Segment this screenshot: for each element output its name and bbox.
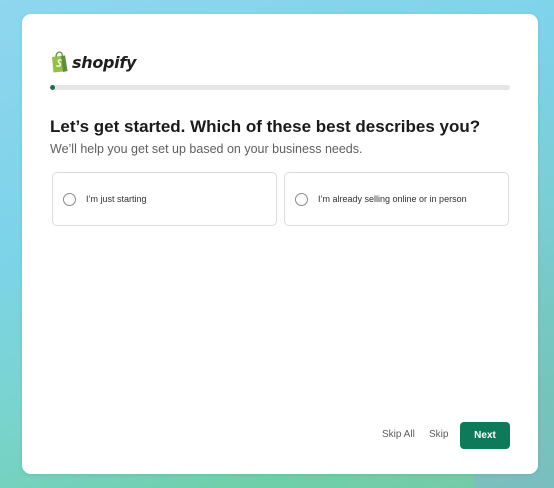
- progress-bar-fill: [50, 85, 55, 90]
- option-already-selling[interactable]: I’m already selling online or in person: [284, 172, 509, 226]
- option-label: I’m just starting: [86, 194, 147, 204]
- radio-button[interactable]: [295, 192, 308, 206]
- skip-all-button[interactable]: Skip All: [382, 429, 415, 440]
- onboarding-card: shopify Let’s get started. Which of thes…: [22, 14, 538, 474]
- option-label: I’m already selling online or in person: [318, 194, 467, 204]
- shopify-bag-icon: [52, 51, 68, 73]
- radio-button[interactable]: [63, 192, 76, 206]
- progress-bar: [50, 85, 510, 90]
- shopify-logo: shopify: [50, 51, 136, 73]
- next-button[interactable]: Next: [460, 422, 510, 449]
- page-title: Let’s get started. Which of these best d…: [50, 117, 481, 136]
- page-subtitle: We’ll help you get set up based on your …: [50, 142, 363, 156]
- brand-wordmark: shopify: [72, 52, 137, 72]
- option-just-starting[interactable]: I’m just starting: [52, 172, 277, 226]
- skip-button[interactable]: Skip: [429, 429, 448, 440]
